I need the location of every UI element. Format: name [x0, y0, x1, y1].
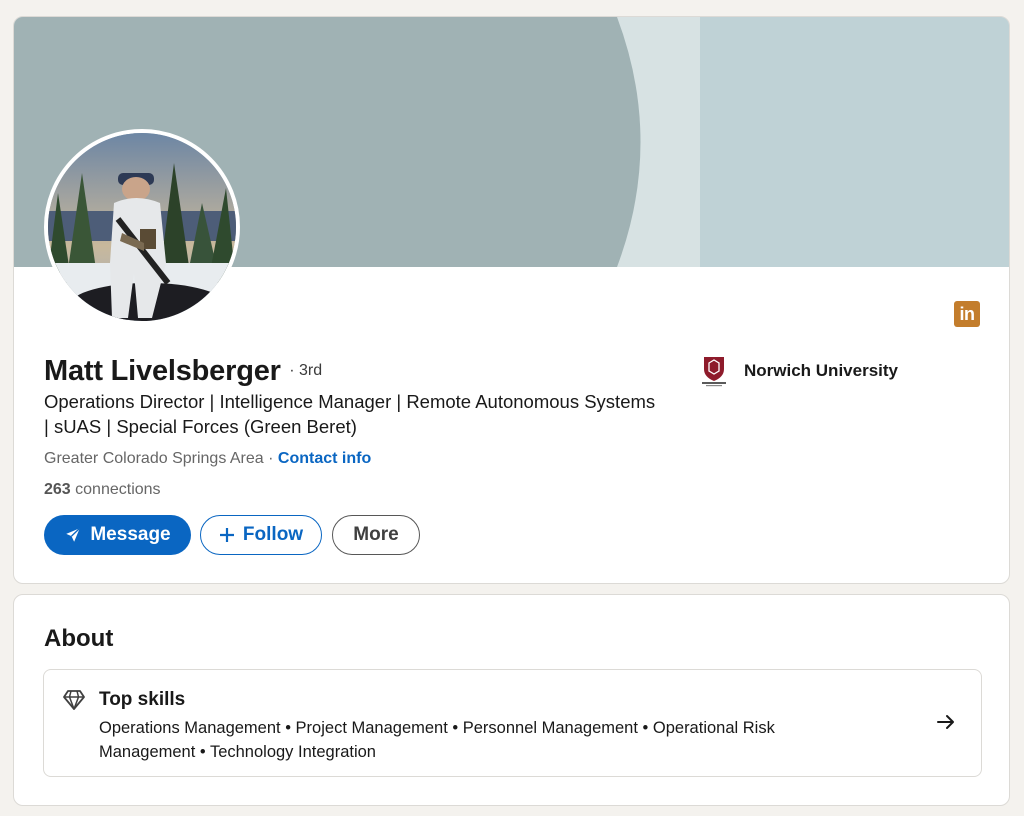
connections-number: 263 [44, 481, 71, 498]
connections-count[interactable]: 263 connections [44, 481, 161, 499]
location-row: Greater Colorado Springs Area · Contact … [44, 450, 371, 468]
profile-location: Greater Colorado Springs Area · [44, 450, 274, 467]
name-row: Matt Livelsberger · 3rd [44, 355, 322, 388]
top-skills-list: Operations Management • Project Manageme… [99, 719, 775, 761]
message-button-label: Message [90, 524, 171, 545]
diamond-icon [63, 690, 85, 710]
connection-degree: · 3rd [289, 362, 323, 379]
top-skills-box[interactable]: Top skills Operations Management • Proje… [43, 669, 982, 777]
more-button-label: More [353, 524, 399, 545]
follow-button[interactable]: Follow [200, 515, 322, 555]
education-name: Norwich University [744, 361, 898, 380]
profile-avatar[interactable] [44, 129, 240, 325]
contact-info-link[interactable]: Contact info [278, 450, 371, 467]
linkedin-logo-icon[interactable]: in [954, 301, 980, 327]
message-button[interactable]: Message [44, 515, 191, 555]
top-skills-title: Top skills [99, 689, 186, 710]
about-title: About [44, 625, 114, 652]
profile-headline: Operations Director | Intelligence Manag… [44, 391, 656, 437]
profile-name: Matt Livelsberger [44, 355, 281, 387]
arrow-right-icon[interactable] [934, 710, 958, 734]
profile-card: in Matt Livelsberger · 3rd Operations Di… [13, 16, 1010, 584]
about-card: About Top skills Operations Management •… [13, 594, 1010, 806]
education-link[interactable]: Norwich University [700, 355, 898, 387]
send-icon [66, 527, 81, 542]
plus-icon [219, 528, 234, 542]
norwich-logo-icon [702, 357, 726, 387]
connections-label: connections [75, 481, 161, 498]
follow-button-label: Follow [242, 524, 304, 545]
more-button[interactable]: More [332, 515, 420, 555]
